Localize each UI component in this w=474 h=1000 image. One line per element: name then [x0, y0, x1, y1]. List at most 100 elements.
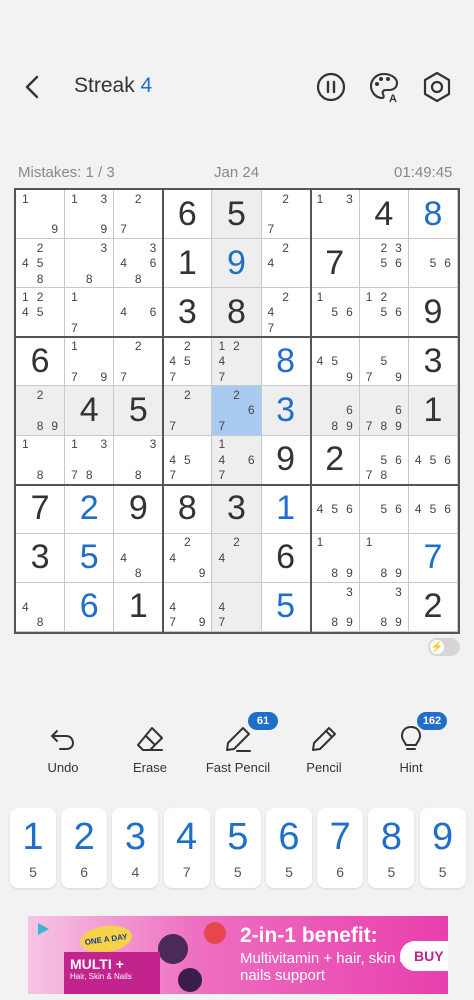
board-cell[interactable]: 459 [310, 337, 360, 387]
board-cell[interactable]: 457 [163, 435, 213, 485]
board-cell[interactable]: 8 [212, 288, 262, 338]
board-cell[interactable]: 7 [408, 533, 458, 583]
board-cell[interactable]: 24 9 [163, 533, 213, 583]
board-cell[interactable]: 56 [359, 484, 409, 534]
board-cell[interactable]: 456 [408, 484, 458, 534]
board-cell[interactable]: 9 [261, 435, 311, 485]
board-cell[interactable]: 3 [408, 337, 458, 387]
board-cell[interactable]: 13 [310, 190, 360, 240]
board-cell[interactable]: 48 [114, 533, 164, 583]
board-cell[interactable]: 2 89 [16, 386, 66, 436]
board-cell[interactable]: 1 [261, 484, 311, 534]
number-key[interactable]: 26 [61, 808, 108, 888]
board-cell[interactable]: 38 [65, 239, 115, 289]
board-cell[interactable]: 56 [408, 239, 458, 289]
board-cell[interactable]: 47 9 [163, 582, 213, 632]
board-cell[interactable]: 4 [359, 190, 409, 240]
board-cell[interactable]: 6 [65, 582, 115, 632]
undo-button[interactable]: Undo [23, 718, 103, 778]
board-cell[interactable]: 6 [261, 533, 311, 583]
board-cell[interactable]: 3 [212, 484, 262, 534]
ad-buy-button[interactable]: BUY N [400, 941, 448, 971]
number-key[interactable]: 65 [266, 808, 312, 888]
settings-gear-icon[interactable] [420, 70, 454, 104]
board-cell[interactable]: 6 [16, 337, 66, 387]
board-cell[interactable]: 27 [163, 386, 213, 436]
board-cell[interactable]: 3 89 [359, 582, 409, 632]
board-cell[interactable]: 1245 [16, 288, 66, 338]
board-cell[interactable]: 48 [16, 582, 66, 632]
board-cell[interactable]: 5 [212, 190, 262, 240]
number-key[interactable]: 47 [163, 808, 210, 888]
board-cell[interactable]: 46 [114, 288, 164, 338]
board-cell[interactable]: 18 [16, 435, 66, 485]
board-cell[interactable]: 1 3 9 [65, 190, 115, 240]
auto-mode-toggle[interactable]: ⚡ [428, 638, 460, 656]
board-cell[interactable]: 24 [261, 239, 311, 289]
board-cell[interactable]: 47 [212, 582, 262, 632]
hint-button[interactable]: 162 Hint [371, 712, 451, 778]
number-key[interactable]: 76 [317, 808, 364, 888]
board-cell[interactable]: 27 [114, 190, 164, 240]
board-cell[interactable]: 9 [408, 288, 458, 338]
pencil-button[interactable]: Pencil [284, 718, 364, 778]
board-cell[interactable]: 1 3 78 [65, 435, 115, 485]
board-cell[interactable]: 1 89 [310, 533, 360, 583]
board-cell[interactable]: 5 [114, 386, 164, 436]
board-cell[interactable]: 27 [261, 190, 311, 240]
number-key[interactable]: 15 [10, 808, 56, 888]
board-cell[interactable]: 24 [212, 533, 262, 583]
board-cell[interactable]: 6 789 [359, 386, 409, 436]
erase-button[interactable]: Erase [110, 718, 190, 778]
number-key[interactable]: 95 [419, 808, 466, 888]
board-cell[interactable]: 1 [408, 386, 458, 436]
board-cell[interactable]: 456 [408, 435, 458, 485]
board-cell[interactable]: 2356 [359, 239, 409, 289]
number-key[interactable]: 34 [112, 808, 159, 888]
board-cell[interactable]: 8 [163, 484, 213, 534]
board-cell[interactable]: 2 [310, 435, 360, 485]
board-cell[interactable]: 57 9 [359, 337, 409, 387]
board-cell[interactable]: 1 [114, 582, 164, 632]
board-cell[interactable]: 3 [261, 386, 311, 436]
board-cell[interactable]: 9 [212, 239, 262, 289]
board-cell[interactable]: 9 [114, 484, 164, 534]
board-cell[interactable]: 1 [163, 239, 213, 289]
board-cell[interactable]: 8 [261, 337, 311, 387]
back-arrow-icon[interactable] [18, 72, 48, 102]
board-cell[interactable]: 14 6 7 [212, 435, 262, 485]
board-cell[interactable]: 5 [261, 582, 311, 632]
board-cell[interactable]: 3 89 [310, 582, 360, 632]
board-cell[interactable]: 6 [163, 190, 213, 240]
board-cell[interactable]: 2457 [163, 337, 213, 387]
board-cell[interactable]: 19 [16, 190, 66, 240]
board-cell[interactable]: 5 [65, 533, 115, 583]
board-cell[interactable]: 8 [408, 190, 458, 240]
board-cell[interactable]: 1247 [212, 337, 262, 387]
number-key[interactable]: 85 [368, 808, 415, 888]
board-cell[interactable]: 156 [310, 288, 360, 338]
theme-palette-icon[interactable]: A [368, 70, 402, 104]
pause-icon[interactable] [314, 70, 348, 104]
number-key[interactable]: 55 [214, 808, 261, 888]
board-cell[interactable]: 3 [163, 288, 213, 338]
ad-banner[interactable]: ONE A DAY MULTI + Hair, Skin & Nails 2-in… [28, 916, 448, 994]
board-cell[interactable]: 247 [261, 288, 311, 338]
board-cell[interactable]: 4 [65, 386, 115, 436]
board-cell[interactable]: 56 78 [359, 435, 409, 485]
board-cell[interactable]: 38 [114, 435, 164, 485]
board-cell[interactable]: 1 89 [359, 533, 409, 583]
board-cell[interactable]: 2 [65, 484, 115, 534]
board-cell[interactable]: 17 [65, 288, 115, 338]
board-cell[interactable]: 689 [310, 386, 360, 436]
board-cell[interactable]: 27 [114, 337, 164, 387]
board-cell[interactable]: 2 [408, 582, 458, 632]
board-cell[interactable]: 1 7 9 [65, 337, 115, 387]
board-cell[interactable]: 3 [16, 533, 66, 583]
board-cell[interactable]: 26 7 [212, 386, 262, 436]
board-cell[interactable]: 456 [310, 484, 360, 534]
board-cell[interactable]: 7 [16, 484, 66, 534]
board-cell[interactable]: 1256 [359, 288, 409, 338]
board-cell[interactable]: 3 4 68 [114, 239, 164, 289]
fast-pencil-button[interactable]: 61 Fast Pencil [198, 712, 278, 778]
